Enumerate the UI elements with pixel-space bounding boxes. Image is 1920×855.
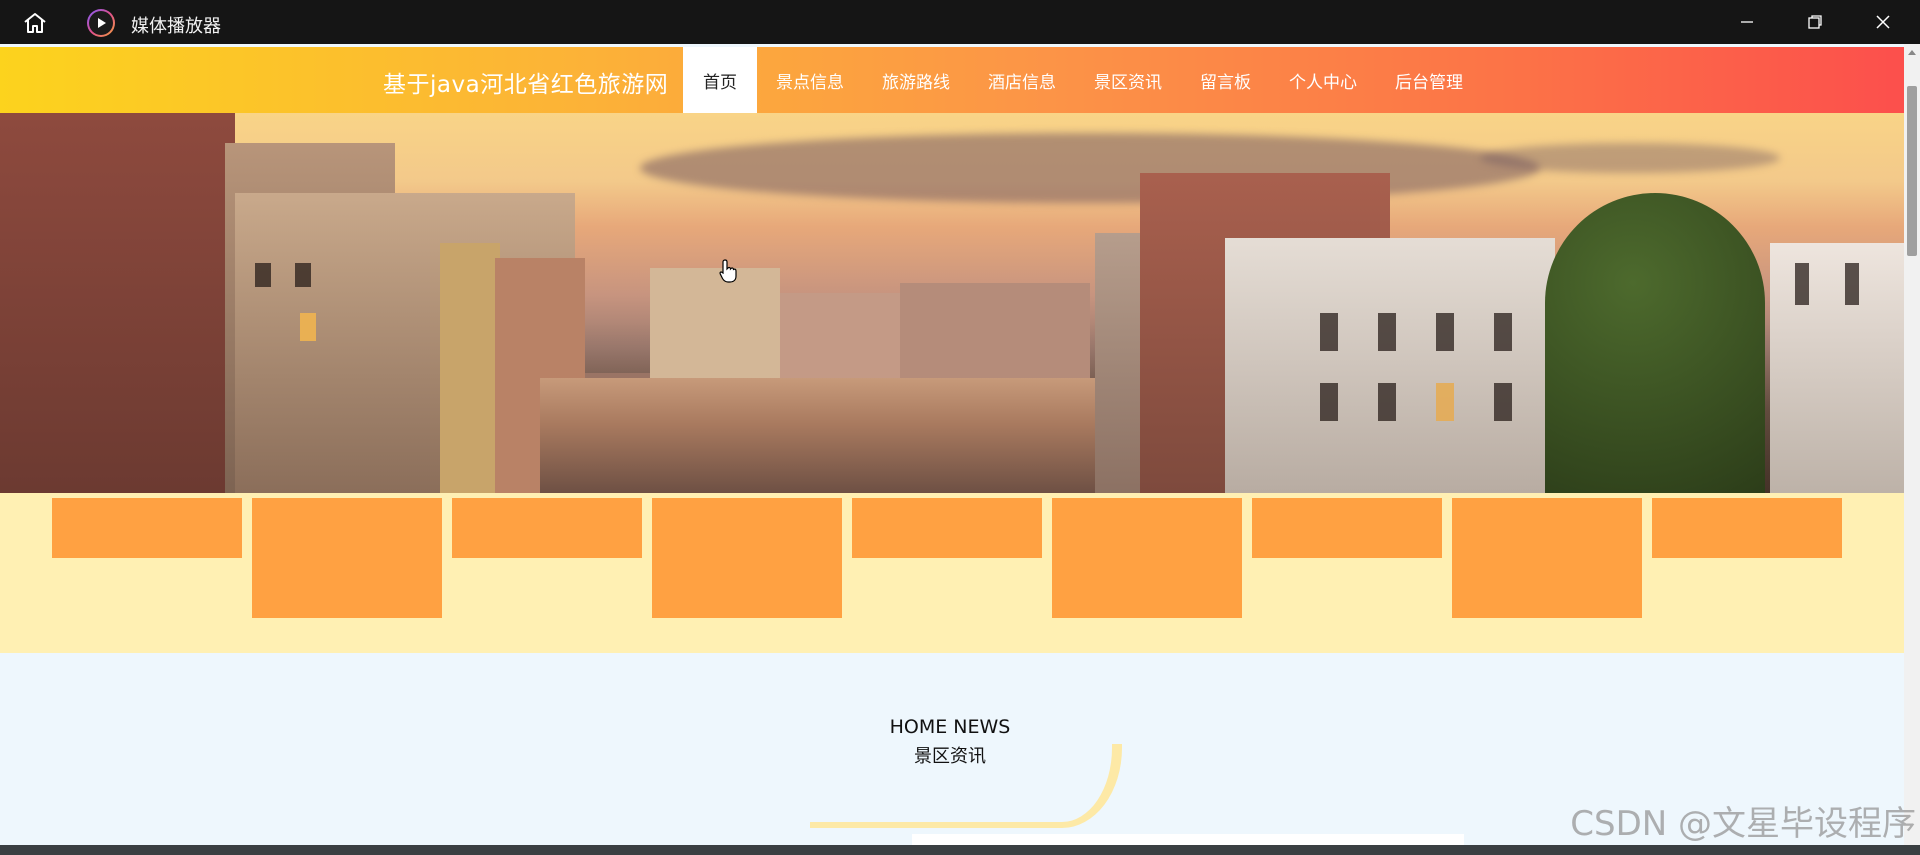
category-tile[interactable] [652, 498, 842, 618]
main-menu: 首页 景点信息 旅游路线 酒店信息 景区资讯 留言板 个人中心 后台管理 [683, 47, 1482, 113]
category-tile[interactable] [1452, 498, 1642, 618]
category-tile[interactable] [852, 498, 1042, 558]
close-icon[interactable] [1860, 6, 1906, 38]
window-title: 媒体播放器 [131, 16, 221, 37]
menu-item-news[interactable]: 景区资讯 [1075, 47, 1181, 113]
news-title-en: HOME NEWS [889, 716, 1011, 738]
site-navigation: 基于java河北省红色旅游网 首页 景点信息 旅游路线 酒店信息 景区资讯 留言… [0, 47, 1904, 113]
minimize-icon[interactable] [1724, 6, 1770, 38]
scroll-up-arrow-icon[interactable] [1904, 44, 1920, 60]
web-page-viewport: 基于java河北省红色旅游网 首页 景点信息 旅游路线 酒店信息 景区资讯 留言… [0, 44, 1904, 845]
window-title-bar: 媒体播放器 [0, 0, 1920, 44]
menu-item-profile[interactable]: 个人中心 [1270, 47, 1376, 113]
banner-carousel[interactable] [0, 113, 1904, 493]
menu-item-attractions[interactable]: 景点信息 [757, 47, 863, 113]
category-tile[interactable] [52, 498, 242, 558]
watermark: CSDN @文星毕设程序 [1570, 804, 1916, 844]
page-scrollbar[interactable] [1904, 44, 1920, 845]
restore-icon[interactable] [1792, 6, 1838, 38]
scroll-thumb[interactable] [1907, 86, 1917, 256]
menu-item-home[interactable]: 首页 [683, 47, 757, 113]
category-tile[interactable] [1252, 498, 1442, 558]
play-circle-icon [87, 9, 115, 37]
news-card[interactable] [912, 834, 1464, 845]
news-title-cn: 景区资讯 [914, 746, 986, 767]
site-logo[interactable]: 基于java河北省红色旅游网 [383, 65, 668, 99]
category-tile[interactable] [252, 498, 442, 618]
news-section-title: HOME NEWS 景区资讯 [850, 716, 1050, 768]
menu-item-admin[interactable]: 后台管理 [1376, 47, 1482, 113]
player-bottom-bar [0, 845, 1920, 855]
category-tile[interactable] [1052, 498, 1242, 618]
category-tile[interactable] [1652, 498, 1842, 558]
menu-item-message-board[interactable]: 留言板 [1181, 47, 1270, 113]
home-icon[interactable] [20, 10, 50, 36]
menu-item-hotels[interactable]: 酒店信息 [969, 47, 1075, 113]
hand-cursor-icon [719, 259, 737, 288]
menu-item-routes[interactable]: 旅游路线 [863, 47, 969, 113]
category-tiles [0, 493, 1904, 653]
category-tile[interactable] [452, 498, 642, 558]
